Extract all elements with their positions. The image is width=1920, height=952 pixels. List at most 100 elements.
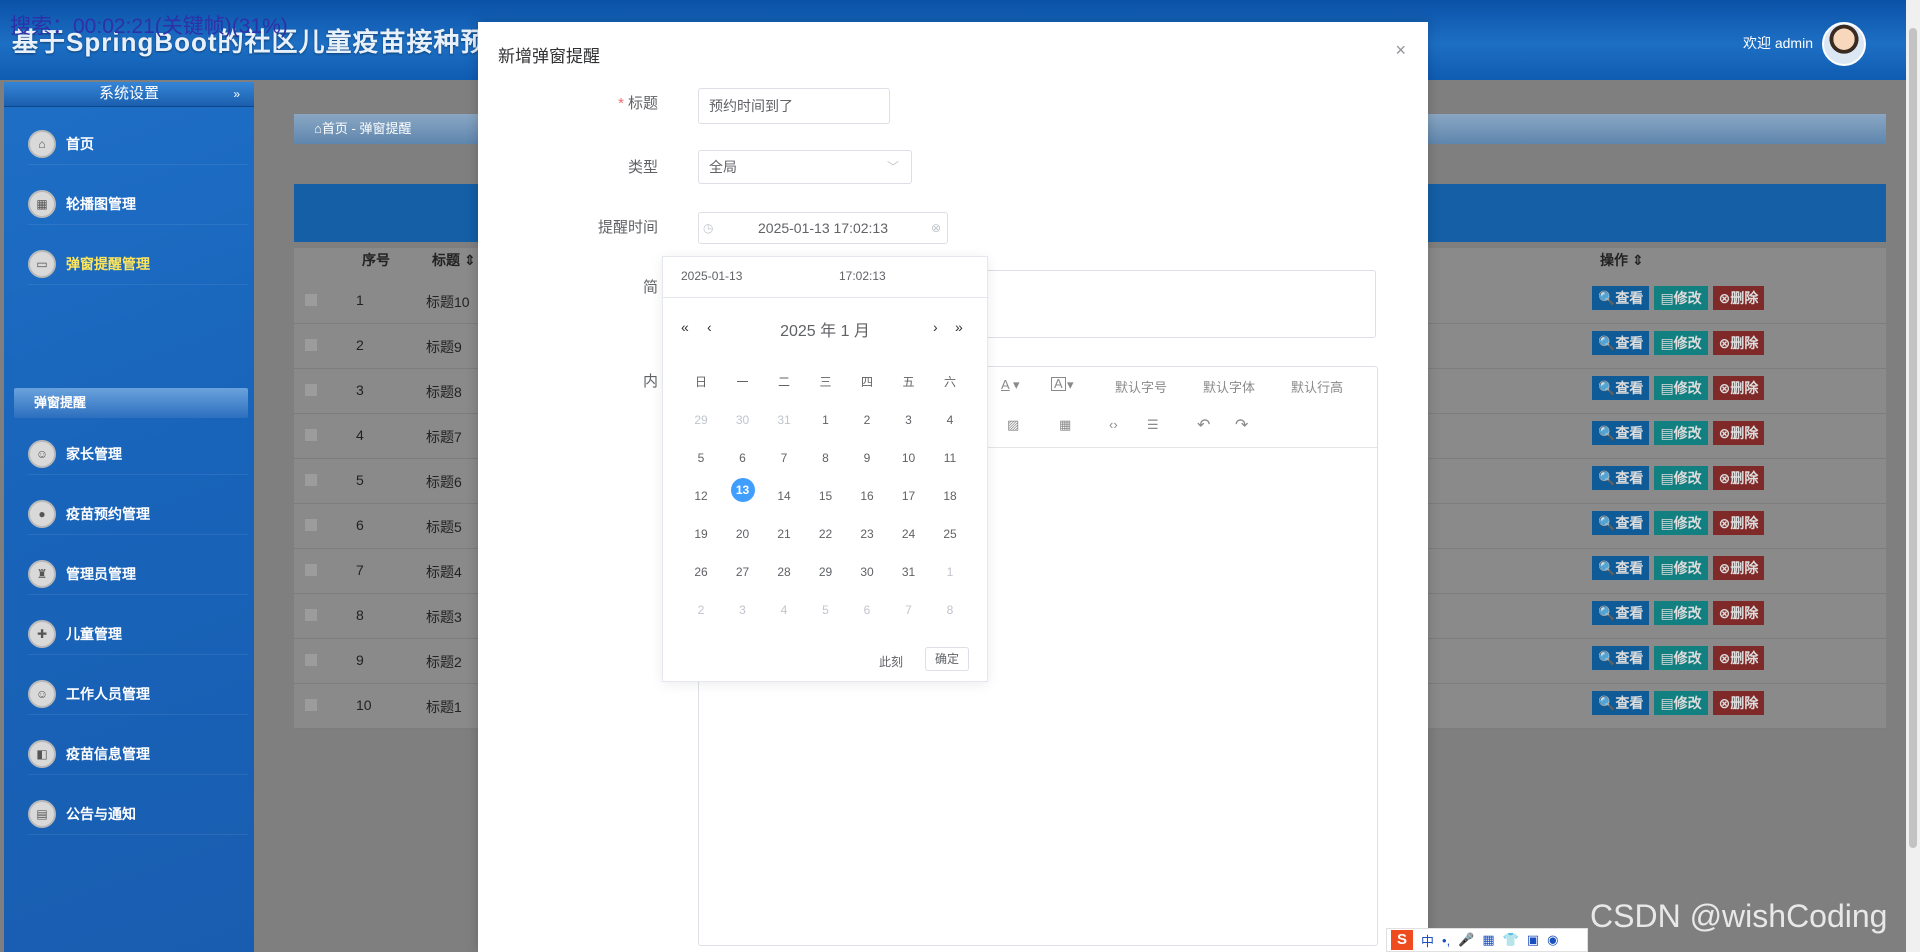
- day-cell[interactable]: 23: [847, 527, 887, 541]
- day-cell[interactable]: 8: [930, 603, 970, 617]
- keyboard-icon[interactable]: ▦: [1482, 932, 1494, 948]
- view-button[interactable]: 🔍查看: [1592, 376, 1650, 400]
- undo-icon[interactable]: ↶: [1197, 415, 1210, 435]
- view-button[interactable]: 🔍查看: [1592, 331, 1650, 355]
- skin-icon[interactable]: 👕: [1503, 932, 1519, 948]
- row-checkbox[interactable]: [304, 293, 318, 307]
- edit-button[interactable]: ▤修改: [1654, 286, 1708, 310]
- day-cell[interactable]: 26: [681, 565, 721, 579]
- collapse-icon[interactable]: »: [233, 82, 240, 106]
- emoji-icon[interactable]: ◉: [1547, 932, 1558, 948]
- sidebar-item-notices[interactable]: ▤ 公告与通知: [28, 794, 248, 835]
- day-cell[interactable]: 31: [764, 413, 804, 427]
- delete-button[interactable]: ⊗删除: [1712, 331, 1765, 355]
- day-cell[interactable]: 31: [889, 565, 929, 579]
- day-cell[interactable]: 25: [930, 527, 970, 541]
- sidebar-item-children[interactable]: ✚ 儿童管理: [28, 614, 248, 655]
- close-icon[interactable]: ×: [1395, 40, 1406, 61]
- picker-month-label[interactable]: 2025 年 1 月: [663, 317, 987, 341]
- delete-button[interactable]: ⊗删除: [1712, 376, 1765, 400]
- row-checkbox[interactable]: [304, 518, 318, 532]
- view-button[interactable]: 🔍查看: [1592, 511, 1650, 535]
- font-size-select[interactable]: 默认字号: [1115, 377, 1167, 396]
- day-cell[interactable]: 9: [847, 451, 887, 465]
- view-button[interactable]: 🔍查看: [1592, 556, 1650, 580]
- table-icon[interactable]: ▦: [1059, 417, 1071, 433]
- day-cell[interactable]: 29: [806, 565, 846, 579]
- day-cell[interactable]: 10: [889, 451, 929, 465]
- day-cell[interactable]: 7: [889, 603, 929, 617]
- day-cell[interactable]: 21: [764, 527, 804, 541]
- divider-icon[interactable]: ☰: [1147, 417, 1159, 433]
- day-cell[interactable]: 1: [806, 413, 846, 427]
- ime-chinese-mode[interactable]: 中: [1421, 931, 1434, 950]
- edit-button[interactable]: ▤修改: [1654, 556, 1708, 580]
- day-cell[interactable]: 11: [930, 451, 970, 465]
- intro-textarea[interactable]: [986, 270, 1376, 338]
- view-button[interactable]: 🔍查看: [1592, 646, 1650, 670]
- microphone-icon[interactable]: 🎤: [1458, 932, 1474, 948]
- view-button[interactable]: 🔍查看: [1592, 601, 1650, 625]
- view-button[interactable]: 🔍查看: [1592, 286, 1650, 310]
- sidebar-subitem-popup-reminder[interactable]: 弹窗提醒: [14, 388, 248, 418]
- day-cell[interactable]: 12: [681, 489, 721, 503]
- now-button[interactable]: 此刻: [879, 653, 903, 670]
- sidebar-item-popup-reminder[interactable]: ▭ 弹窗提醒管理: [28, 244, 248, 285]
- edit-button[interactable]: ▤修改: [1654, 421, 1708, 445]
- redo-icon[interactable]: ↷: [1235, 415, 1248, 435]
- edit-button[interactable]: ▤修改: [1654, 601, 1708, 625]
- row-checkbox[interactable]: [304, 698, 318, 712]
- avatar[interactable]: [1822, 22, 1866, 66]
- day-cell[interactable]: 6: [847, 603, 887, 617]
- picker-date-field[interactable]: 2025-01-13: [681, 269, 742, 283]
- day-cell[interactable]: 2: [847, 413, 887, 427]
- day-cell[interactable]: 28: [764, 565, 804, 579]
- edit-button[interactable]: ▤修改: [1654, 511, 1708, 535]
- chevron-down-icon[interactable]: ▾: [1067, 377, 1074, 393]
- title-input[interactable]: 预约时间到了: [698, 88, 890, 124]
- code-icon[interactable]: ‹›: [1109, 417, 1118, 432]
- day-cell[interactable]: 30: [723, 413, 763, 427]
- next-year-icon[interactable]: »: [955, 319, 963, 335]
- day-cell[interactable]: 3: [723, 603, 763, 617]
- day-cell[interactable]: 2: [681, 603, 721, 617]
- day-cell[interactable]: 5: [681, 451, 721, 465]
- day-cell[interactable]: 4: [930, 413, 970, 427]
- day-cell[interactable]: 20: [723, 527, 763, 541]
- day-cell[interactable]: 22: [806, 527, 846, 541]
- day-cell[interactable]: 1: [930, 565, 970, 579]
- next-month-icon[interactable]: ›: [933, 319, 938, 335]
- edit-button[interactable]: ▤修改: [1654, 466, 1708, 490]
- day-cell[interactable]: 17: [889, 489, 929, 503]
- type-select[interactable]: 全局 ﹀: [698, 150, 912, 184]
- font-color-icon[interactable]: A: [1001, 377, 1010, 392]
- delete-button[interactable]: ⊗删除: [1712, 646, 1765, 670]
- delete-button[interactable]: ⊗删除: [1712, 691, 1765, 715]
- delete-button[interactable]: ⊗删除: [1712, 511, 1765, 535]
- row-checkbox[interactable]: [304, 473, 318, 487]
- reminder-time-input[interactable]: ◷ 2025-01-13 17:02:13 ⊗: [698, 212, 948, 244]
- day-cell[interactable]: 19: [681, 527, 721, 541]
- sidebar-item-vaccine-info[interactable]: ◧ 疫苗信息管理: [28, 734, 248, 775]
- edit-button[interactable]: ▤修改: [1654, 646, 1708, 670]
- day-cell[interactable]: 8: [806, 451, 846, 465]
- delete-button[interactable]: ⊗删除: [1712, 286, 1765, 310]
- column-header-seq[interactable]: 序号: [362, 250, 390, 270]
- row-checkbox[interactable]: [304, 383, 318, 397]
- selected-day-cell[interactable]: 13: [723, 478, 763, 502]
- breadcrumb-home[interactable]: ⌂首页: [314, 121, 348, 136]
- view-button[interactable]: 🔍查看: [1592, 421, 1650, 445]
- view-button[interactable]: 🔍查看: [1592, 691, 1650, 715]
- edit-button[interactable]: ▤修改: [1654, 376, 1708, 400]
- day-cell[interactable]: 18: [930, 489, 970, 503]
- day-cell[interactable]: 14: [764, 489, 804, 503]
- day-cell[interactable]: 4: [764, 603, 804, 617]
- column-header-actions[interactable]: 操作 ⇕: [1600, 250, 1644, 270]
- day-cell[interactable]: 30: [847, 565, 887, 579]
- background-color-icon[interactable]: A: [1051, 377, 1066, 391]
- chevron-down-icon[interactable]: ▾: [1013, 377, 1020, 393]
- day-cell[interactable]: 27: [723, 565, 763, 579]
- delete-button[interactable]: ⊗删除: [1712, 601, 1765, 625]
- scrollbar-thumb[interactable]: [1909, 28, 1917, 848]
- row-checkbox[interactable]: [304, 563, 318, 577]
